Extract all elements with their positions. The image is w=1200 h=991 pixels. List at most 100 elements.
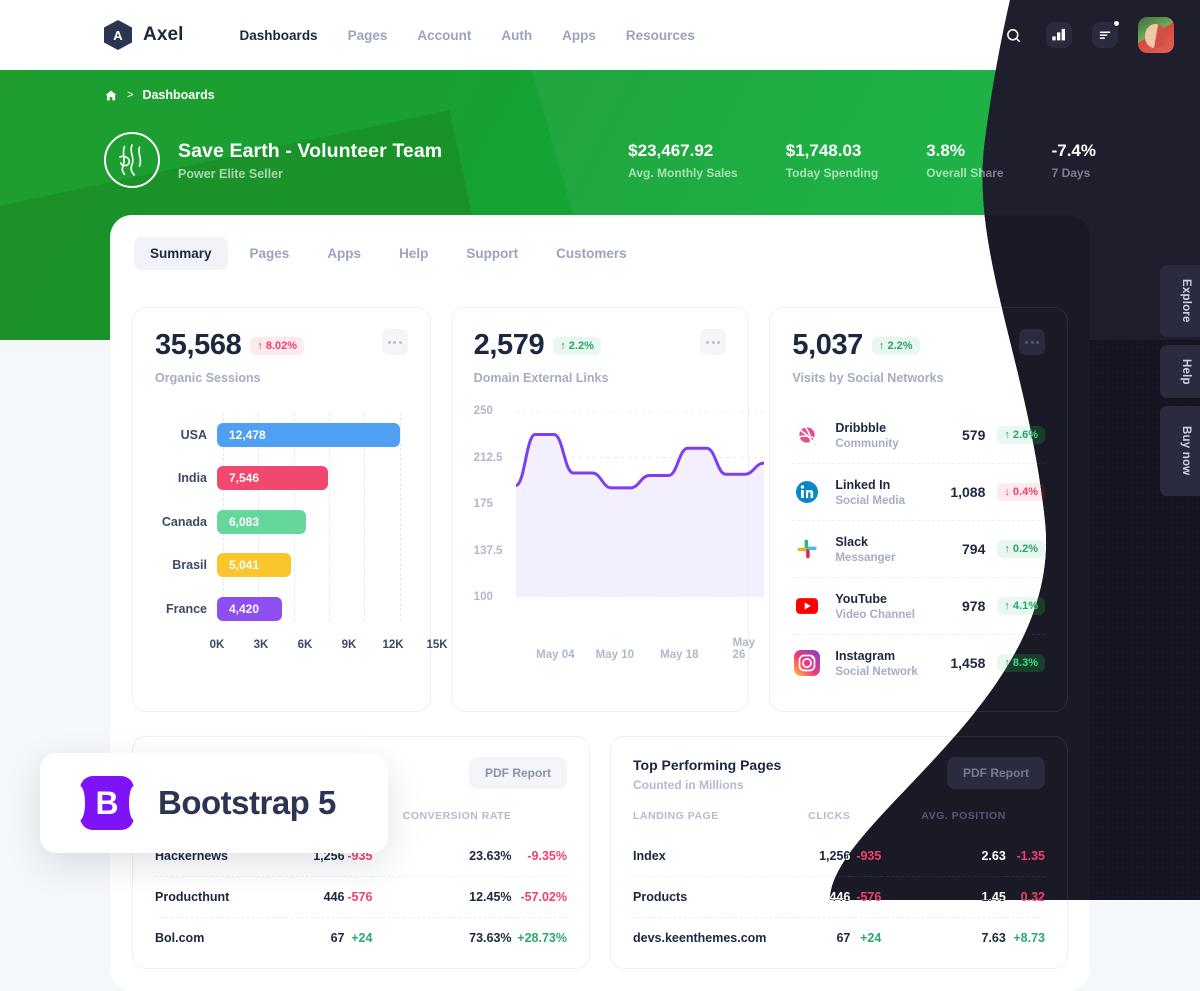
side-tab-explore[interactable]: Explore: [1160, 265, 1200, 337]
bootstrap-logo-icon: B: [75, 776, 139, 830]
brand-name: Axel: [143, 24, 184, 45]
line-ytick: 250: [473, 405, 493, 417]
social-name: Dribbble: [835, 420, 887, 435]
social-category: Community: [835, 437, 899, 450]
row-metric-2: 7.63: [881, 917, 1006, 958]
social-row[interactable]: YouTube Video Channel 978 ↑ 4.1%: [792, 578, 1045, 635]
tab-customers[interactable]: Customers: [540, 237, 643, 270]
tab-help[interactable]: Help: [383, 237, 444, 270]
top-performing-pages-subtitle: Counted in Millions: [633, 778, 744, 792]
top-performing-pages-pdf-report-button[interactable]: PDF Report: [947, 757, 1045, 789]
row-name: Index: [633, 849, 666, 863]
social-row[interactable]: Linked In Social Media 1,088 ↓ 0.4%: [792, 464, 1045, 521]
activity-icon[interactable]: [1046, 22, 1072, 48]
tab-apps[interactable]: Apps: [311, 237, 377, 270]
social-category: Video Channel: [835, 608, 916, 621]
bar-label: India: [177, 471, 207, 486]
main-navigation: Dashboards Pages Account Auth Apps Resources: [240, 28, 695, 43]
col-head: CONVERSION RATE: [402, 810, 512, 822]
bootstrap-badge: B Bootstrap 5: [40, 753, 388, 853]
bar: 4,420: [217, 597, 282, 621]
user-avatar[interactable]: [1138, 17, 1174, 53]
table-header-row: LANDING PAGE CLICKS AVG. POSITION: [633, 810, 1045, 836]
row-metric-2: 23.63%: [469, 849, 512, 863]
organic-sessions-more-options-icon[interactable]: [382, 329, 408, 355]
main-content-panel: Summary Pages Apps Help Support Customers 35,…: [110, 215, 1090, 991]
nav-apps[interactable]: Apps: [562, 28, 596, 43]
side-tab-help[interactable]: Help: [1160, 344, 1200, 399]
domain-external-links-more-options-icon[interactable]: [700, 329, 726, 355]
col-head: LANDING PAGE: [633, 810, 719, 822]
slack-icon: [792, 534, 822, 564]
hero-stats: $23,467.92 Avg. Monthly Sales $1,748.03 …: [628, 141, 1096, 180]
line-ytick: 137.5: [473, 544, 503, 557]
col-head: CLICKS: [808, 810, 851, 822]
bar: 7,546: [217, 466, 328, 490]
bar: 12,478: [217, 423, 400, 447]
top-referral-sources-pdf-report-button[interactable]: PDF Report: [469, 757, 567, 789]
side-tabs: Explore Help Buy now: [1160, 265, 1200, 496]
row-delta-1: +24: [850, 917, 882, 958]
col-head: AVG. POSITION: [921, 810, 1006, 822]
breadcrumb-current[interactable]: Dashboards: [142, 88, 214, 102]
visits-by-social-networks-card: 5,037 ↑ 2.2% Visits by Social Networks D…: [769, 307, 1068, 712]
hero-stat-label: 7 Days: [1051, 165, 1091, 180]
social-category: Social Network: [835, 665, 918, 678]
brand[interactable]: A Axel: [104, 20, 184, 50]
hero-stat-2: 3.8% Overall Share: [926, 141, 1003, 180]
bootstrap-badge-text: Bootstrap 5: [158, 784, 336, 821]
search-icon[interactable]: [1000, 22, 1026, 48]
social-name: Slack: [835, 534, 869, 549]
col-head: [1006, 810, 1045, 836]
social-visits: 579: [962, 427, 986, 443]
side-tab-buy-now[interactable]: Buy now: [1160, 406, 1200, 496]
nav-resources[interactable]: Resources: [626, 28, 695, 43]
domain-external-links-label: Domain External Links: [473, 371, 609, 385]
team-title: Save Earth - Volunteer Team: [178, 139, 443, 162]
nav-dashboards[interactable]: Dashboards: [240, 28, 318, 43]
bar: 6,083: [217, 510, 306, 534]
line-xtick: May 04: [536, 649, 575, 661]
hero-stat-value: -7.4%: [1051, 140, 1096, 160]
domain-links-area-chart: 100 137.5 175 212.5 250 May 04 May 10 May 18 Ma…: [474, 411, 727, 661]
nav-auth[interactable]: Auth: [501, 28, 532, 43]
social-row[interactable]: Slack Messanger 794 ↑ 0.2%: [792, 521, 1045, 578]
top-navigation-bar: A Axel Dashboards Pages Account Auth Apps Res…: [0, 0, 1200, 70]
line-xtick: May 18: [660, 649, 699, 661]
content-tabs: Summary Pages Apps Help Support Customers: [110, 215, 1090, 270]
social-row[interactable]: Instagram Social Network 1,458 ↑ 8.3%: [792, 635, 1045, 691]
bar-label: France: [166, 601, 207, 616]
tab-summary[interactable]: Summary: [134, 237, 228, 270]
bar-label: USA: [180, 427, 207, 442]
col-head: [850, 810, 881, 836]
social-change-badge: ↑ 8.3%: [997, 654, 1045, 672]
kpi-cards-row: 35,568 ↑ 8.02% Organic Sessions USA 12,4…: [110, 270, 1090, 712]
tab-support[interactable]: Support: [450, 237, 534, 270]
nav-pages[interactable]: Pages: [348, 28, 388, 43]
table-row[interactable]: Index 1,256 -935 2.63 -1.35: [633, 836, 1045, 877]
nav-account[interactable]: Account: [417, 28, 471, 43]
top-performing-pages-title: Top Performing Pages: [633, 757, 782, 773]
home-icon[interactable]: [104, 89, 118, 102]
bar-xtick: 15K: [426, 638, 448, 651]
visits-by-social-networks-label: Visits by Social Networks: [792, 371, 944, 385]
organic-sessions-card: 35,568 ↑ 8.02% Organic Sessions USA 12,4…: [132, 307, 431, 712]
social-visits: 978: [962, 598, 986, 614]
row-metric-1: 1,256: [819, 849, 851, 863]
social-row[interactable]: Dribbble Community 579 ↑ 2.6%: [792, 407, 1045, 464]
hero-stat-label: Avg. Monthly Sales: [628, 165, 738, 180]
visits-by-social-networks-more-options-icon[interactable]: [1019, 329, 1045, 355]
social-visits: 1,088: [950, 484, 986, 500]
notifications-icon[interactable]: [1092, 22, 1118, 48]
row-delta-2: +28.73%: [511, 917, 567, 958]
hero-stat-label: Overall Share: [926, 165, 1004, 180]
table-row[interactable]: Bol.com 67 +24 73.63% +28.73%: [155, 917, 567, 958]
col-head: [512, 810, 567, 836]
dribbble-icon: [792, 420, 822, 450]
table-row[interactable]: devs.keenthemes.com 67 +24 7.63 +8.73: [633, 917, 1045, 958]
bootstrap-logo-letter: B: [95, 784, 119, 821]
bar-xtick: 9K: [341, 638, 357, 651]
tab-pages[interactable]: Pages: [234, 237, 306, 270]
breadcrumb-separator: >: [127, 89, 134, 101]
social-visits: 794: [962, 541, 986, 557]
